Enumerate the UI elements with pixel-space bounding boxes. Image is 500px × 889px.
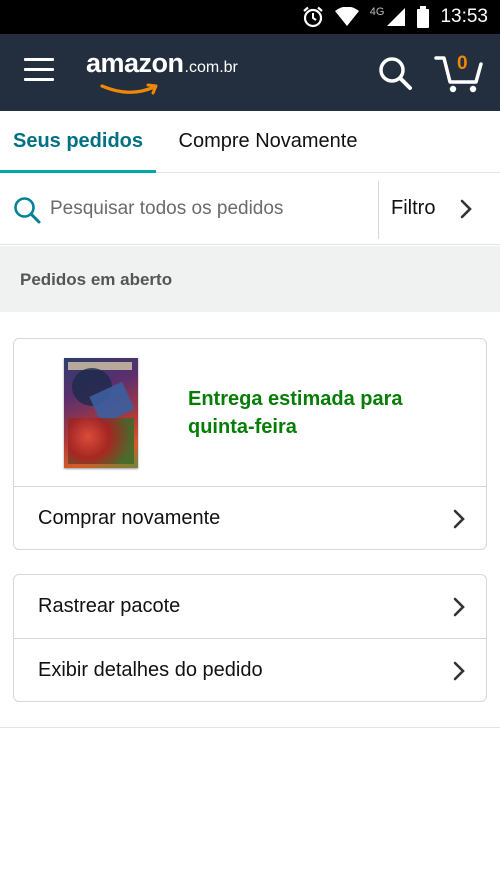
- product-thumbnail: [64, 358, 138, 468]
- order-card: Entrega estimada para quinta-feira Compr…: [13, 338, 487, 550]
- tab-your-orders[interactable]: Seus pedidos: [0, 111, 156, 174]
- buy-again-label: Comprar novamente: [38, 507, 221, 529]
- alarm-icon: [303, 6, 323, 28]
- divider: [0, 727, 500, 728]
- signal-icon: [387, 8, 406, 26]
- wifi-icon: [334, 7, 359, 26]
- open-orders-header: Pedidos em aberto: [0, 246, 500, 312]
- menu-icon: [22, 58, 56, 81]
- logo-smile-icon: [100, 83, 158, 95]
- filter-label: Filtro: [391, 197, 436, 219]
- logo-tld: .com.br: [184, 59, 238, 76]
- filter-button[interactable]: Filtro: [379, 173, 500, 245]
- chevron-right-icon: [453, 661, 465, 681]
- section-title: Pedidos em aberto: [20, 270, 173, 289]
- logo-word: amazon: [86, 48, 184, 78]
- track-package-button[interactable]: Rastrear pacote: [14, 575, 486, 638]
- orders-search-input[interactable]: [50, 187, 370, 231]
- search-icon: [379, 57, 412, 90]
- track-package-label: Rastrear pacote: [38, 595, 181, 617]
- status-time: 13:53: [440, 6, 488, 27]
- amazon-logo[interactable]: amazon.com.br: [86, 48, 238, 95]
- order-details-button[interactable]: Exibir detalhes do pedido: [14, 638, 486, 701]
- header-search-button[interactable]: [376, 54, 414, 92]
- app-header: amazon.com.br 0: [0, 34, 500, 111]
- order-product-row[interactable]: Entrega estimada para quinta-feira: [14, 339, 486, 487]
- chevron-right-icon: [460, 199, 472, 219]
- network-type: 4G: [369, 6, 385, 18]
- battery-icon: [417, 6, 430, 28]
- search-icon: [14, 197, 41, 224]
- buy-again-button[interactable]: Comprar novamente: [14, 487, 486, 549]
- cart-button[interactable]: 0: [434, 50, 484, 94]
- delivery-estimate: Entrega estimada para quinta-feira: [188, 388, 403, 438]
- tab-buy-again[interactable]: Compre Novamente: [156, 111, 380, 173]
- orders-search-bar: Filtro: [0, 173, 500, 245]
- chevron-right-icon: [453, 509, 465, 529]
- order-actions-card: Rastrear pacote Exibir detalhes do pedid…: [13, 574, 487, 702]
- order-details-label: Exibir detalhes do pedido: [38, 659, 263, 681]
- status-bar: 4G 13:53: [0, 0, 500, 34]
- orders-tabs: Seus pedidos Compre Novamente: [0, 111, 500, 174]
- menu-button[interactable]: [22, 58, 56, 86]
- chevron-right-icon: [453, 597, 465, 617]
- cart-count-badge: 0: [457, 53, 468, 74]
